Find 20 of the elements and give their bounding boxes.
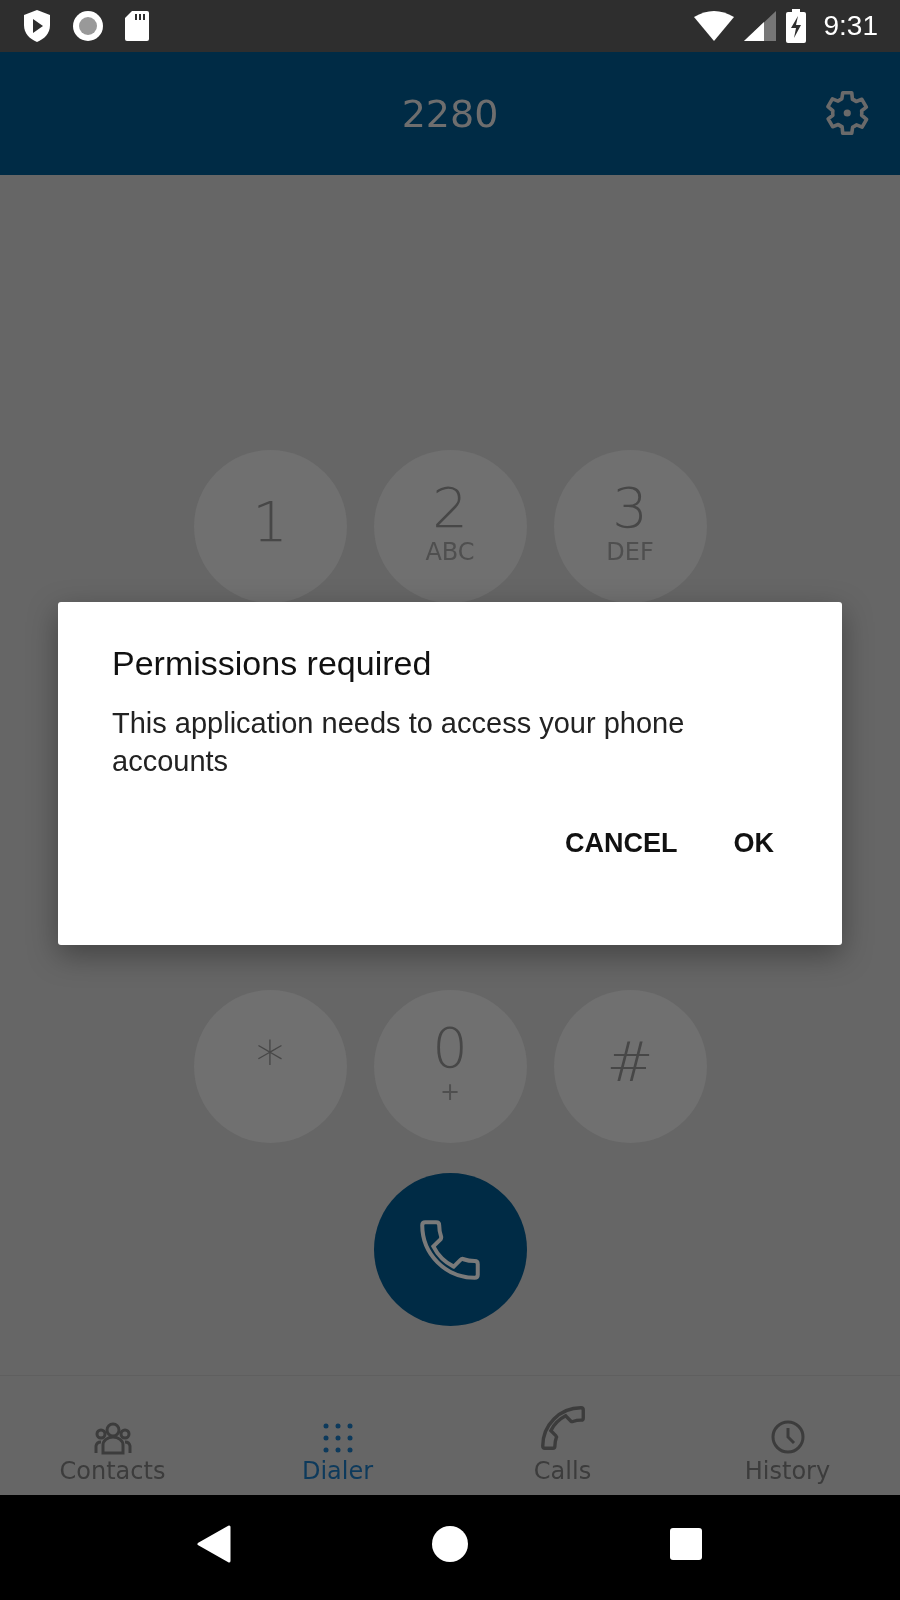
back-icon[interactable] — [197, 1524, 231, 1563]
clock-time: 9:31 — [823, 10, 878, 42]
record-icon — [72, 10, 104, 42]
battery-charging-icon — [785, 9, 806, 43]
signal-icon — [743, 11, 776, 41]
people-icon — [92, 1420, 133, 1455]
dialog-button[interactable]: CANCEL — [547, 814, 696, 874]
dialed-number: 2280 — [401, 91, 499, 136]
sd-card-icon — [124, 10, 150, 42]
home-icon[interactable] — [431, 1524, 469, 1563]
dialog-button[interactable]: OK — [715, 814, 792, 874]
dialog-title: Permissions required — [112, 644, 433, 683]
wifi-icon — [693, 11, 734, 41]
recents-icon[interactable] — [669, 1526, 703, 1561]
dial-key[interactable]: * — [193, 990, 347, 1143]
shield-play-icon — [22, 9, 52, 43]
dial-key[interactable]: # — [553, 990, 707, 1143]
nav-tab[interactable]: Dialer — [247, 1380, 428, 1491]
clock-icon — [769, 1418, 806, 1455]
dialog-message: This application needs to access your phone accounts — [112, 706, 686, 779]
